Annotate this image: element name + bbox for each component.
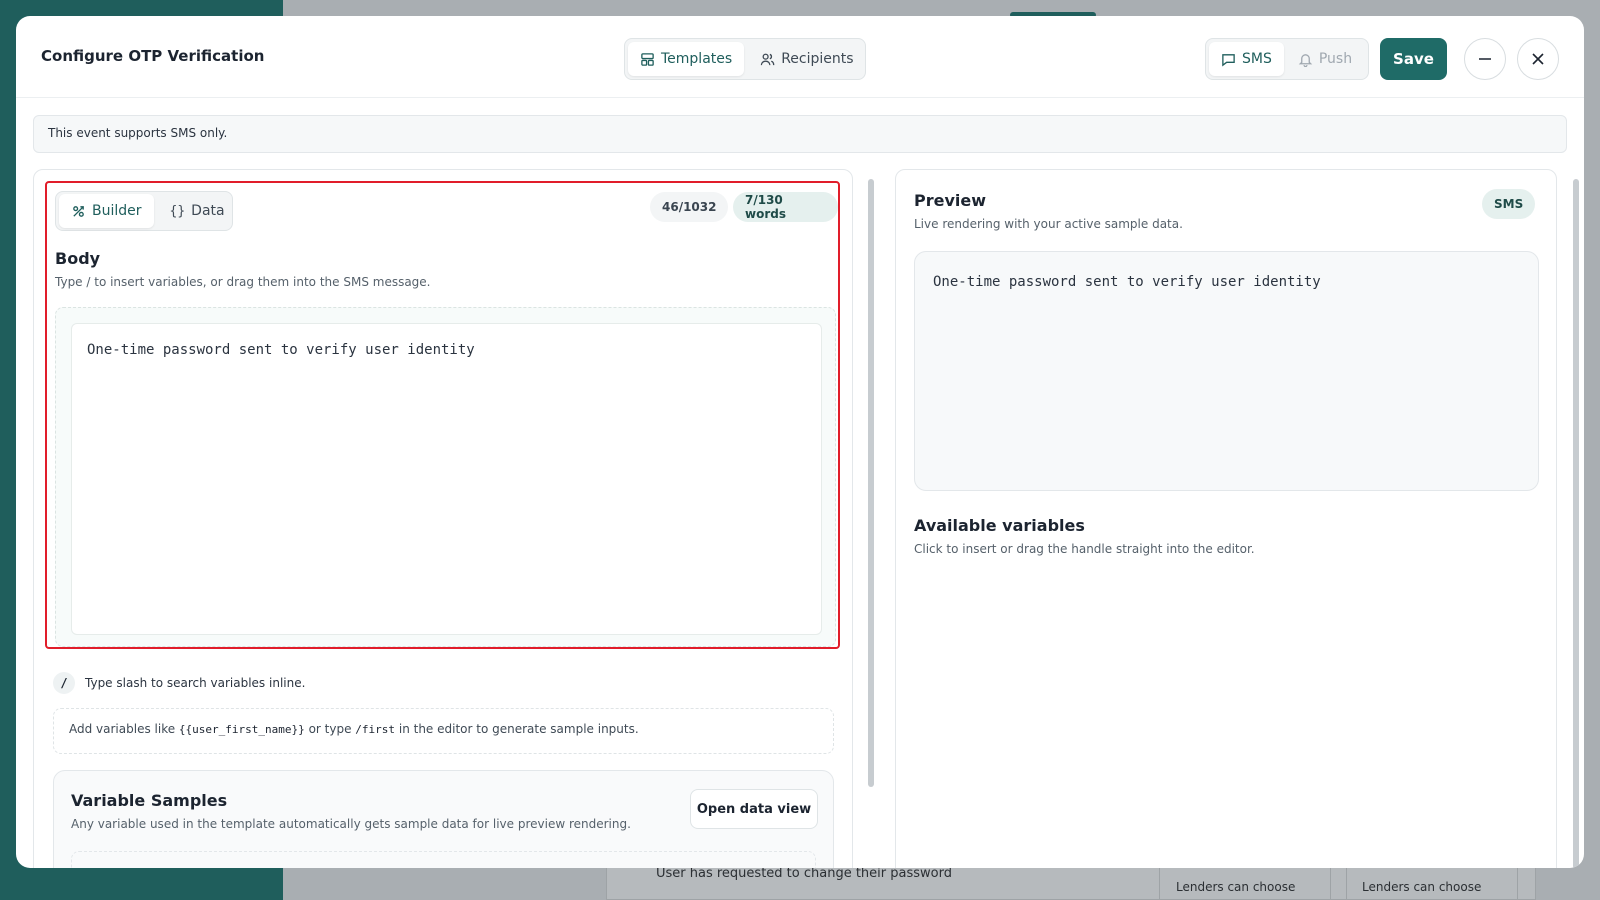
preview-title: Preview — [914, 191, 987, 210]
channel-notice: This event supports SMS only. — [33, 115, 1567, 153]
samples-subtitle: Any variable used in the template automa… — [71, 817, 631, 831]
background-col-text: Lenders can choose — [1362, 880, 1482, 894]
available-variables-subtitle: Click to insert or drag the handle strai… — [914, 542, 1255, 556]
samples-list — [71, 851, 816, 868]
mode-data-label: Data — [191, 203, 225, 219]
scrollbar-thumb[interactable] — [1573, 179, 1579, 868]
background-col-text: Lenders can choose — [1176, 880, 1296, 894]
hint-code-variable: {{user_first_name}} — [178, 723, 305, 736]
body-subtitle: Type / to insert variables, or drag them… — [55, 275, 431, 289]
close-icon — [1532, 53, 1544, 65]
samples-title: Variable Samples — [71, 791, 228, 810]
view-tabs: Templates Recipients — [624, 38, 866, 80]
channel-sms-label: SMS — [1242, 51, 1272, 67]
hint-middle: or type — [304, 722, 356, 736]
editor-scrollbar[interactable] — [867, 169, 875, 868]
background-row-text: User has requested to change their passw… — [656, 866, 952, 881]
editor-panel: Builder {} Data 46/1032 7/130 words Body… — [33, 169, 853, 868]
editor-mode-tabs: Builder {} Data — [55, 191, 233, 231]
close-button[interactable] — [1517, 38, 1559, 80]
hint-suffix: in the editor to generate sample inputs. — [395, 722, 639, 736]
hint-prefix: Add variables like — [69, 722, 179, 736]
bell-icon — [1298, 53, 1313, 67]
modal-title: Configure OTP Verification — [41, 47, 265, 65]
mode-data[interactable]: {} Data — [158, 194, 237, 228]
hint-code-slash: /first — [355, 723, 396, 736]
mode-builder[interactable]: Builder — [59, 194, 154, 228]
tab-recipients[interactable]: Recipients — [748, 42, 865, 76]
modal-header: Configure OTP Verification Templates Rec… — [16, 16, 1584, 98]
word-count-badge: 7/130 words — [733, 192, 838, 222]
tab-templates[interactable]: Templates — [628, 42, 745, 76]
tab-recipients-label: Recipients — [781, 51, 854, 67]
variable-samples-card: Variable Samples Any variable used in th… — [53, 770, 834, 868]
open-data-view-button[interactable]: Open data view — [690, 789, 818, 829]
channel-push-label: Push — [1318, 51, 1353, 67]
scrollbar-thumb[interactable] — [868, 179, 874, 787]
builder-icon — [73, 205, 84, 217]
slash-hint-row: / Type slash to search variables inline. — [53, 672, 305, 694]
minimize-button[interactable] — [1464, 38, 1506, 80]
preview-scrollbar[interactable] — [1572, 169, 1580, 868]
mode-builder-label: Builder — [92, 203, 142, 219]
channel-sms[interactable]: SMS — [1209, 42, 1284, 76]
slash-hint: Type slash to search variables inline. — [85, 676, 306, 690]
preview-panel: Preview Live rendering with your active … — [895, 169, 1557, 868]
save-button[interactable]: Save — [1380, 38, 1447, 80]
minus-icon — [1479, 58, 1491, 60]
channel-push[interactable]: Push — [1286, 42, 1364, 76]
editor-highlight: Builder {} Data 46/1032 7/130 words Body… — [45, 181, 840, 649]
preview-channel-badge: SMS — [1482, 189, 1536, 219]
tab-templates-label: Templates — [661, 51, 733, 67]
braces-icon: {} — [169, 203, 186, 219]
sms-body-editor[interactable]: One-time password sent to verify user id… — [71, 323, 822, 635]
body-title: Body — [55, 249, 101, 268]
variables-hint: Add variables like {{user_first_name}} o… — [53, 708, 834, 754]
preview-subtitle: Live rendering with your active sample d… — [914, 217, 1183, 231]
available-variables-title: Available variables — [914, 516, 1085, 535]
users-icon — [760, 53, 775, 65]
char-count-badge: 46/1032 — [650, 192, 729, 222]
channel-toggle: SMS Push — [1205, 38, 1369, 80]
slash-badge: / — [53, 672, 75, 694]
template-icon — [641, 52, 654, 66]
preview-message: One-time password sent to verify user id… — [914, 251, 1539, 491]
configure-modal: Configure OTP Verification Templates Rec… — [16, 16, 1584, 868]
editor-dropzone: One-time password sent to verify user id… — [55, 307, 836, 647]
message-icon — [1222, 53, 1235, 66]
